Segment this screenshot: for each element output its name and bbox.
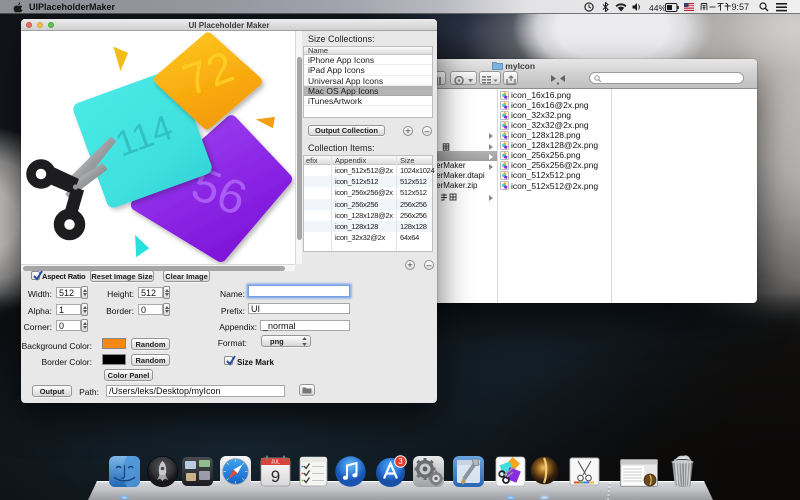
- svg-text:JUL: JUL: [271, 460, 280, 466]
- svg-text:9: 9: [271, 467, 280, 486]
- svg-text:3: 3: [398, 457, 403, 466]
